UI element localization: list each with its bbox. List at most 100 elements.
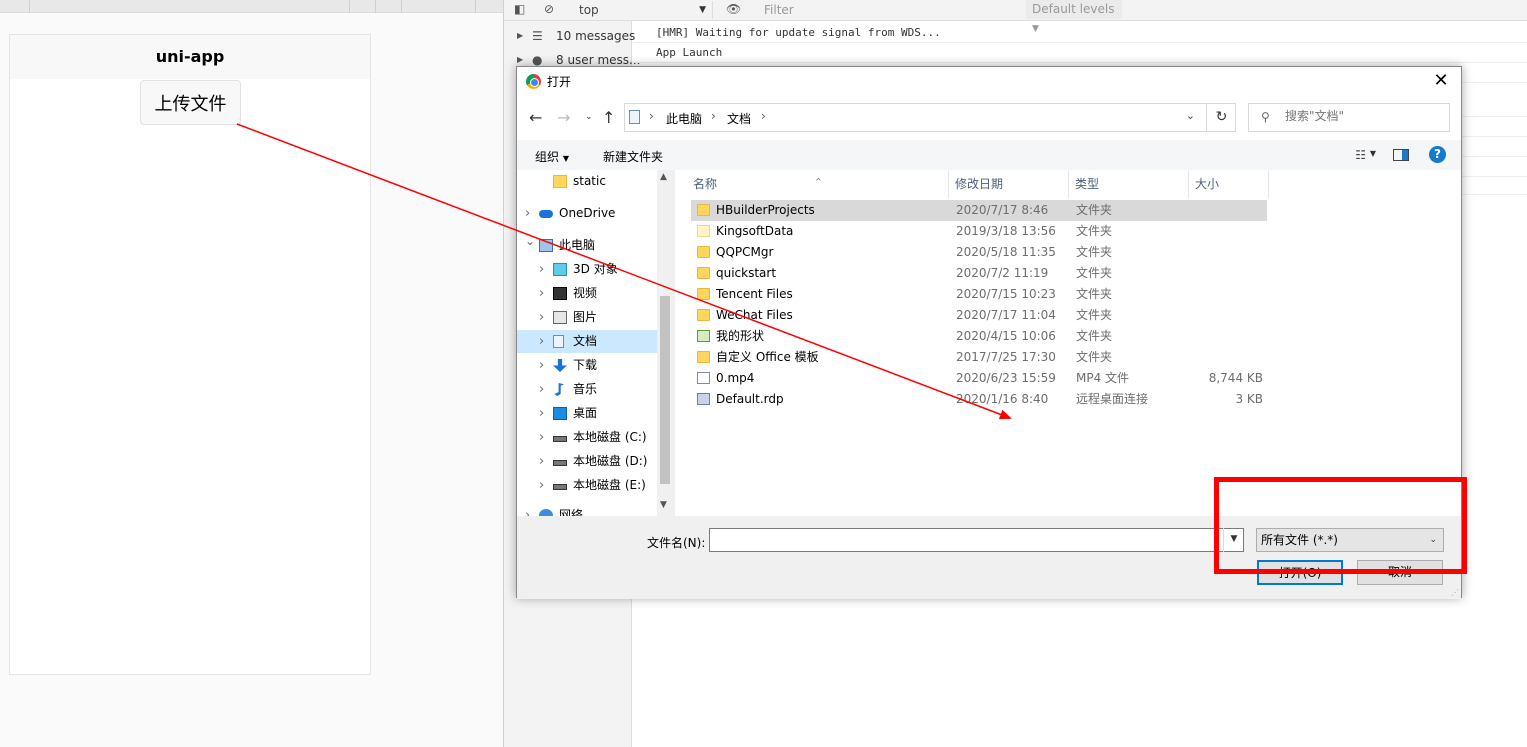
chevron-right-icon[interactable]: ›	[539, 330, 544, 353]
file-name: KingsoftData	[716, 224, 794, 238]
organize-button[interactable]: 组织 ▼	[535, 148, 569, 165]
eye-icon[interactable]: 👁	[726, 2, 741, 16]
nav-item[interactable]: › 桌面	[517, 402, 657, 425]
console-message: [HMR] Waiting for update signal from WDS…	[656, 26, 941, 39]
chevron-right-icon[interactable]: ›	[539, 258, 544, 281]
refresh-icon[interactable]: ↻	[1206, 103, 1236, 132]
column-header-type[interactable]: 类型	[1069, 170, 1189, 198]
nav-item[interactable]: › 本地磁盘 (C:)	[517, 426, 657, 449]
breadcrumb-documents[interactable]: 文档	[727, 110, 751, 127]
chevron-down-icon[interactable]: ▼	[1370, 149, 1376, 158]
chevron-down-icon[interactable]: ⌄	[525, 230, 535, 253]
chevron-right-icon[interactable]: ›	[539, 450, 544, 473]
file-row[interactable]: 自定义 Office 模板 2017/7/25 17:30 文件夹	[691, 347, 1267, 368]
file-row[interactable]: QQPCMgr 2020/5/18 11:35 文件夹	[691, 242, 1267, 263]
chevron-right-icon[interactable]: ›	[539, 282, 544, 305]
context-selector[interactable]: top ▼	[573, 1, 713, 19]
nav-item[interactable]: › 本地磁盘 (D:)	[517, 450, 657, 473]
file-icon	[697, 372, 710, 384]
nav-item[interactable]: › 网络	[517, 504, 657, 516]
file-size: 8,744 KB	[1208, 371, 1263, 385]
column-header-date[interactable]: 修改日期	[949, 170, 1069, 198]
page-title: uni-app	[10, 35, 370, 79]
log-levels-dropdown[interactable]: Default levels ▼	[1026, 0, 1122, 34]
view-options-icon[interactable]: ☷	[1355, 148, 1366, 162]
close-icon[interactable]: ✕	[1429, 70, 1453, 92]
chevron-right-icon[interactable]: ›	[539, 402, 544, 425]
file-row[interactable]: HBuilderProjects 2020/7/17 8:46 文件夹	[691, 200, 1267, 221]
chevron-right-icon[interactable]: ›	[525, 504, 530, 516]
preview-pane-icon[interactable]	[1393, 149, 1409, 161]
file-row[interactable]: KingsoftData 2019/3/18 13:56 文件夹	[691, 221, 1267, 242]
sidebar-item-messages[interactable]: ▶ ☰ 10 messages	[504, 25, 635, 47]
nav-item[interactable]: › 音乐	[517, 378, 657, 401]
chevron-down-icon: ▼	[699, 5, 706, 15]
folder-icon	[697, 351, 710, 363]
new-folder-button[interactable]: 新建文件夹	[603, 148, 663, 165]
nav-item-label: 本地磁盘 (D:)	[573, 454, 648, 468]
column-header-size[interactable]: 大小	[1189, 170, 1269, 198]
column-header-name[interactable]: 名称 ^	[675, 170, 949, 198]
help-icon[interactable]: ?	[1429, 146, 1446, 163]
file-row[interactable]: Default.rdp 2020/1/16 8:40 远程桌面连接 3 KB	[691, 389, 1267, 410]
file-row[interactable]: WeChat Files 2020/7/17 11:04 文件夹	[691, 305, 1267, 326]
nav-item-label: 此电脑	[559, 238, 596, 252]
expand-arrow-icon: ▶	[517, 31, 524, 40]
filename-input[interactable]	[709, 528, 1244, 552]
command-bar: 组织 ▼ 新建文件夹 ☷ ▼ ?	[517, 140, 1461, 170]
file-name: 自定义 Office 模板	[716, 350, 819, 364]
nav-item[interactable]: › OneDrive	[517, 202, 657, 225]
sidebar-toggle-icon[interactable]: ◧	[514, 2, 525, 16]
search-box[interactable]: ⚲	[1248, 103, 1450, 132]
chevron-right-icon[interactable]: ›	[525, 202, 530, 225]
file-row[interactable]: 0.mp4 2020/6/23 15:59 MP4 文件 8,744 KB	[691, 368, 1267, 389]
chevron-down-icon[interactable]: ⌄	[1186, 109, 1195, 122]
console-divider	[633, 62, 1527, 63]
nav-scrollbar[interactable]: ▲ ▼	[657, 170, 673, 516]
upload-file-button[interactable]: 上传文件	[140, 80, 241, 125]
nav-item[interactable]: › 文档	[517, 330, 657, 353]
chevron-right-icon[interactable]: ›	[539, 426, 544, 449]
chevron-down-icon: ▼	[562, 154, 569, 163]
clear-console-icon[interactable]: ⊘	[544, 2, 554, 16]
file-name: 我的形状	[716, 329, 765, 343]
levels-label: Default levels	[1032, 2, 1115, 16]
file-row[interactable]: 我的形状 2020/4/15 10:06 文件夹	[691, 326, 1267, 347]
file-row[interactable]: quickstart 2020/7/2 11:19 文件夹	[691, 263, 1267, 284]
search-input[interactable]	[1285, 109, 1445, 123]
breadcrumb-this-pc[interactable]: 此电脑	[666, 110, 702, 127]
nav-item[interactable]: › 3D 对象	[517, 258, 657, 281]
file-date: 2019/3/18 13:56	[956, 224, 1056, 238]
folder-icon	[697, 267, 710, 279]
scroll-up-icon[interactable]: ▲	[660, 172, 667, 182]
nav-item[interactable]: › 本地磁盘 (E:)	[517, 474, 657, 497]
nav-item[interactable]: › 图片	[517, 306, 657, 329]
file-type: 文件夹	[1076, 287, 1113, 301]
up-arrow-icon[interactable]: ↑	[602, 108, 615, 127]
forward-arrow-icon[interactable]: →	[557, 108, 570, 127]
chevron-right-icon[interactable]: ›	[539, 474, 544, 497]
resize-grip-icon[interactable]: ⋰	[1451, 588, 1459, 597]
phone-screen: uni-app 上传文件	[9, 34, 371, 675]
folder-icon	[697, 309, 710, 321]
file-date: 2020/7/17 11:04	[956, 308, 1056, 322]
scroll-down-icon[interactable]: ▼	[660, 500, 667, 510]
recent-locations-icon[interactable]: ⌄	[585, 112, 593, 122]
nav-item[interactable]: ⌄ 此电脑	[517, 234, 657, 257]
document-icon	[629, 110, 640, 124]
desktop-icon	[553, 407, 567, 420]
chevron-right-icon[interactable]: ›	[539, 354, 544, 377]
scrollbar-thumb[interactable]	[660, 296, 670, 484]
nav-item[interactable]: static	[517, 170, 657, 193]
back-arrow-icon[interactable]: ←	[529, 108, 542, 127]
folder-icon	[697, 288, 710, 300]
chevron-right-icon[interactable]: ›	[539, 378, 544, 401]
nav-item[interactable]: › 下载	[517, 354, 657, 377]
file-type: 文件夹	[1076, 308, 1113, 322]
nav-item[interactable]: › 视频	[517, 282, 657, 305]
file-name: quickstart	[716, 266, 777, 280]
file-row[interactable]: Tencent Files 2020/7/15 10:23 文件夹	[691, 284, 1267, 305]
filter-input[interactable]: Filter	[758, 1, 1018, 19]
address-bar[interactable]: › 此电脑 › 文档 › ⌄	[624, 103, 1236, 132]
chevron-right-icon[interactable]: ›	[539, 306, 544, 329]
